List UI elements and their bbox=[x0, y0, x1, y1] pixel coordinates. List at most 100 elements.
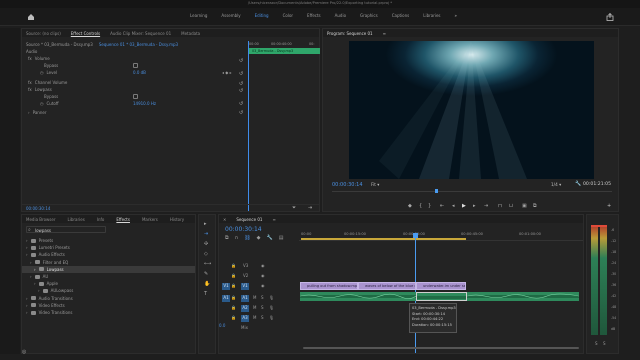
lock-icon[interactable]: 🔒 bbox=[231, 295, 236, 300]
expand-icon[interactable]: › bbox=[34, 281, 36, 286]
plus-icon[interactable]: + bbox=[607, 203, 611, 209]
mini-timeline-clip[interactable]: 03_Bermuda - Dssy.mp3 bbox=[248, 48, 320, 54]
level-value[interactable]: 0.0 dB bbox=[133, 70, 146, 75]
mini-playhead[interactable] bbox=[248, 41, 249, 211]
effects-tree-item[interactable]: › AULowpass bbox=[22, 287, 195, 294]
pen-tool-icon[interactable]: ✎ bbox=[204, 271, 208, 277]
selection-tool-icon[interactable]: ▸ bbox=[204, 221, 207, 227]
tab-libraries[interactable]: Libraries bbox=[68, 217, 85, 222]
reset-icon[interactable]: ↺ bbox=[239, 110, 243, 116]
solo-button[interactable]: S bbox=[261, 295, 264, 300]
close-icon[interactable]: ✕ bbox=[223, 217, 226, 222]
scrollbar-thumb[interactable] bbox=[303, 347, 579, 349]
nest-icon[interactable]: ⧉ bbox=[225, 235, 229, 241]
source-patch-v1[interactable]: V1 bbox=[222, 283, 230, 290]
meter-solo[interactable]: S bbox=[595, 341, 598, 346]
eye-icon[interactable]: ◉ bbox=[261, 273, 265, 278]
reset-icon[interactable]: ↺ bbox=[239, 58, 243, 64]
sequence-crumb[interactable]: Sequence 01 * 03_Bermuda - Dssy.mp3 bbox=[99, 42, 178, 47]
expand-icon[interactable]: › bbox=[30, 260, 32, 265]
snap-icon[interactable]: ∩ bbox=[235, 235, 239, 241]
mute-button[interactable]: M bbox=[253, 305, 256, 310]
expand-icon[interactable]: › bbox=[26, 303, 28, 308]
expand-icon[interactable]: › bbox=[26, 252, 28, 257]
time-ruler[interactable]: 00:00 00:00:15:00 00:00:30:00 00:00:45:0… bbox=[299, 227, 583, 241]
timeline-menu-icon[interactable]: ≡ bbox=[272, 217, 275, 222]
eye-icon[interactable]: ◉ bbox=[261, 283, 265, 288]
audio-clip-selected[interactable] bbox=[416, 292, 467, 301]
tab-effects[interactable]: Effects bbox=[116, 217, 130, 222]
track-select-icon[interactable]: ⇥ bbox=[204, 231, 208, 237]
reset-icon[interactable]: ↺ bbox=[239, 71, 243, 77]
tab-media-browser[interactable]: Media Browser bbox=[26, 217, 56, 222]
tab-source[interactable]: Source: (no clips) bbox=[26, 31, 61, 36]
ripple-edit-icon[interactable]: ✣ bbox=[204, 241, 208, 247]
mic-icon[interactable]: 🎙 bbox=[269, 315, 274, 320]
program-title[interactable]: Program: Sequence 01 bbox=[327, 31, 373, 36]
workspace-libraries[interactable]: Libraries bbox=[423, 13, 440, 18]
bypass-checkbox[interactable] bbox=[133, 62, 138, 68]
workspace-assembly[interactable]: Assembly bbox=[221, 13, 240, 18]
effect-controls-timecode[interactable]: 00:00:30:14 bbox=[26, 206, 50, 211]
lowpass-row[interactable]: fx Lowpass bbox=[22, 86, 242, 92]
go-to-out-icon[interactable]: ⇥ bbox=[484, 203, 488, 209]
timeline-scrollbar[interactable] bbox=[301, 346, 583, 350]
expand-icon[interactable]: › bbox=[26, 238, 28, 243]
effects-tree-item[interactable]: › Presets bbox=[22, 237, 195, 244]
mute-button[interactable]: M bbox=[253, 315, 256, 320]
workspace-learning[interactable]: Learning bbox=[190, 13, 207, 18]
stopwatch-icon[interactable]: ◷ bbox=[40, 70, 44, 75]
audio-clip[interactable] bbox=[467, 292, 579, 301]
effects-tree-item[interactable]: › Audio Effects bbox=[22, 251, 195, 258]
share-icon[interactable] bbox=[606, 13, 614, 21]
workspace-captions[interactable]: Captions bbox=[392, 13, 410, 18]
play-icon[interactable]: ▶ bbox=[462, 203, 466, 209]
resolution-dropdown[interactable]: 1/4 ▾ bbox=[551, 182, 561, 187]
tab-sequence-01[interactable]: Sequence 01 bbox=[236, 217, 262, 222]
razor-tool-icon[interactable]: ◇ bbox=[204, 251, 208, 257]
effects-tree-item[interactable]: › Filter and EQ bbox=[22, 259, 195, 266]
tab-metadata[interactable]: Metadata bbox=[181, 31, 200, 36]
effects-tree-item[interactable]: › Lowpass bbox=[22, 265, 195, 273]
expand-icon[interactable]: › bbox=[34, 267, 36, 272]
type-tool-icon[interactable]: T bbox=[204, 291, 207, 297]
video-clip[interactable]: waves of below of the blue ocean bbox=[358, 282, 416, 290]
workspace-graphics[interactable]: Graphics bbox=[360, 13, 378, 18]
lock-icon[interactable]: 🔒 bbox=[231, 305, 236, 310]
linked-icon[interactable]: ⛓ bbox=[244, 235, 250, 241]
effects-tree-item[interactable]: › Lumetri Presets bbox=[22, 244, 195, 251]
workspace-effects[interactable]: Effects bbox=[307, 13, 321, 18]
effects-tree-item[interactable]: › Apple bbox=[22, 280, 195, 287]
solo-button[interactable]: S bbox=[261, 315, 264, 320]
reset-icon[interactable]: ↺ bbox=[239, 101, 243, 107]
step-back-icon[interactable]: ◂ bbox=[452, 203, 455, 209]
video-clip[interactable]: pulling out from shadow.mp4 [V] bbox=[300, 282, 358, 290]
lock-icon[interactable]: 🔒 bbox=[231, 315, 236, 320]
volume-row[interactable]: fx Volume bbox=[22, 55, 242, 61]
mic-icon[interactable]: 🎙 bbox=[269, 295, 274, 300]
tab-effect-controls[interactable]: Effect Controls bbox=[71, 31, 100, 36]
timeline-timecode[interactable]: 00:00:30:14 bbox=[225, 226, 262, 233]
hand-tool-icon[interactable]: ✋ bbox=[204, 281, 210, 287]
zoom-icon[interactable]: ◎ bbox=[22, 349, 26, 355]
solo-button[interactable]: S bbox=[261, 305, 264, 310]
step-forward-icon[interactable]: ▸ bbox=[473, 203, 476, 209]
mix-value[interactable]: 0.0 bbox=[219, 323, 225, 328]
reset-icon[interactable]: ↺ bbox=[239, 81, 243, 87]
settings-icon[interactable]: 🔧 bbox=[266, 235, 272, 241]
wrench-icon[interactable]: 🔧 bbox=[575, 181, 581, 187]
effects-search[interactable]: ⌕ lowpass bbox=[26, 226, 106, 233]
workspace-color[interactable]: Color bbox=[283, 13, 293, 18]
go-to-in-icon[interactable]: ⇤ bbox=[440, 203, 444, 209]
expand-icon[interactable]: › bbox=[38, 288, 40, 293]
workspace-editing[interactable]: Editing bbox=[255, 13, 269, 18]
extract-icon[interactable]: ⊔ bbox=[509, 203, 513, 209]
channel-volume-row[interactable]: fx Channel Volume bbox=[22, 79, 242, 85]
playhead-handle[interactable] bbox=[413, 233, 418, 238]
marker-icon[interactable]: ◆ bbox=[408, 203, 412, 209]
eye-icon[interactable]: ◉ bbox=[261, 263, 265, 268]
workspace-audio[interactable]: Audio bbox=[335, 13, 346, 18]
mark-in-icon[interactable]: { bbox=[419, 203, 422, 209]
lock-icon[interactable]: 🔒 bbox=[231, 283, 236, 288]
bypass2-checkbox[interactable] bbox=[133, 93, 138, 99]
